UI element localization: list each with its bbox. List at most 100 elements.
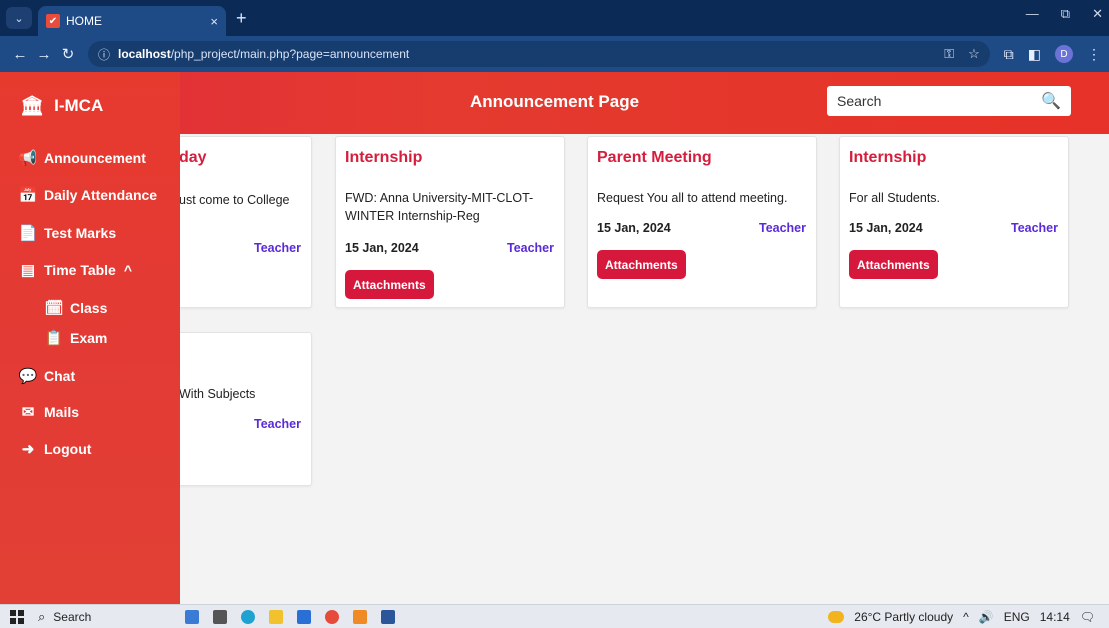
browser-tab[interactable]: ✔ HOME ×	[38, 6, 226, 36]
attachments-button[interactable]: Attachments	[597, 250, 686, 279]
calendar-check-icon: 📅	[18, 187, 38, 204]
password-key-icon[interactable]: ⚿	[944, 46, 954, 62]
search-box: 🔍	[827, 86, 1071, 116]
store-icon[interactable]	[297, 609, 312, 624]
sidebar-item-class[interactable]: 🗓 Class	[44, 299, 107, 317]
chevron-up-icon[interactable]: ^	[963, 610, 969, 624]
sidebar-item-daily-attendance[interactable]: 📅 Daily Attendance	[18, 186, 157, 204]
bookmark-star-icon[interactable]: ☆	[968, 46, 980, 62]
notification-icon[interactable]: 🗨	[1080, 610, 1095, 624]
minimize-button[interactable]: —	[1026, 6, 1039, 22]
search-input[interactable]	[837, 93, 1042, 109]
url-field[interactable]: ⓘ localhost/php_project/main.php?page=an…	[88, 41, 990, 67]
file-explorer-icon[interactable]	[269, 609, 284, 624]
sidebar-item-mails[interactable]: ✉ Mails	[18, 403, 79, 421]
tab-close-icon[interactable]: ×	[210, 14, 218, 29]
search-icon: ⌕	[38, 608, 46, 624]
side-panel-icon[interactable]: ◧	[1028, 46, 1041, 63]
lang-indicator[interactable]: ENG	[1004, 610, 1030, 624]
browser-tab-bar: ⌄ ✔ HOME × + — ⧉ ✕	[0, 0, 1109, 36]
widgets-icon[interactable]	[185, 609, 200, 624]
card-date: 15 Jan, 2024	[345, 241, 419, 255]
sidebar-item-exam[interactable]: 📋 Exam	[44, 329, 108, 347]
sidebar-item-label: Mails	[44, 404, 80, 420]
sidebar-item-announcement[interactable]: 📢 Announcement	[18, 149, 146, 167]
card-author: Teacher	[506, 241, 554, 255]
word-icon[interactable]	[381, 609, 396, 624]
university-icon: 🏛	[20, 96, 45, 117]
sidebar-item-label: Chat	[44, 368, 76, 384]
tab-search-button[interactable]: ⌄	[6, 7, 32, 29]
close-window-button[interactable]: ✕	[1092, 6, 1103, 22]
new-tab-button[interactable]: +	[236, 8, 247, 29]
card-title: day	[179, 149, 207, 166]
forward-button[interactable]: →	[32, 46, 56, 63]
card-title: Internship	[849, 149, 927, 166]
mail-bulk-icon: ✉	[21, 404, 35, 421]
sidebar-item-time-table[interactable]: ▤ Time Table ^	[18, 261, 132, 279]
brand-name: I-MCA	[54, 96, 104, 115]
card-author: Teacher	[758, 221, 806, 235]
list-icon: ▤	[20, 262, 36, 279]
card-date: 15 Jan, 2024	[849, 221, 923, 235]
sidebar: 🏛 I-MCA 📢 Announcement 📅 Daily Attendanc…	[0, 72, 180, 604]
tab-title: HOME	[66, 14, 102, 28]
card-description: Request You all to attend meeting.	[597, 191, 788, 205]
sidebar-item-label: Exam	[70, 330, 108, 346]
favicon-icon: ✔	[46, 14, 60, 28]
card-author: Teacher	[253, 241, 301, 255]
taskbar-search-label: Search	[53, 609, 92, 624]
clipboard-icon: 📋	[44, 330, 64, 347]
card-author: Teacher	[253, 417, 301, 431]
sign-out-icon: ➜	[21, 441, 35, 458]
calendar-day-icon: 🗓	[44, 300, 64, 317]
card-description: With Subjects	[179, 387, 256, 401]
chevron-up-icon: ^	[123, 262, 133, 278]
restore-button[interactable]: ⧉	[1061, 6, 1070, 22]
edge-icon[interactable]	[241, 609, 256, 624]
attachments-button[interactable]: Attachments	[849, 250, 938, 279]
brand[interactable]: 🏛 I-MCA	[20, 94, 103, 118]
sidebar-item-logout[interactable]: ➜ Logout	[18, 440, 92, 458]
taskbar-apps	[185, 609, 396, 624]
url-path: /php_project/main.php?page=announcement	[170, 47, 410, 61]
clock[interactable]: 14:14	[1040, 610, 1070, 624]
attachments-button[interactable]: Attachments	[345, 270, 434, 299]
announcement-card: Parent Meeting Request You all to attend…	[587, 136, 817, 308]
sidebar-item-label: Daily Attendance	[44, 187, 158, 203]
sidebar-item-test-marks[interactable]: 📄 Test Marks	[18, 224, 116, 242]
announcement-card: Internship FWD: Anna University-MIT-CLOT…	[335, 136, 565, 308]
sidebar-item-label: Class	[70, 300, 108, 316]
window-controls: — ⧉ ✕	[1026, 6, 1103, 22]
card-title: Internship	[345, 149, 423, 166]
sidebar-item-label: Logout	[44, 441, 92, 457]
extensions-icon[interactable]: ⧉	[1004, 46, 1014, 63]
sidebar-item-chat[interactable]: 💬 Chat	[18, 367, 75, 385]
sidebar-item-label: Test Marks	[44, 225, 117, 241]
search-icon[interactable]: 🔍	[1041, 91, 1061, 111]
card-title: Parent Meeting	[597, 149, 712, 166]
system-tray: 26°C Partly cloudy ^ 🔊 ENG 14:14 🗨	[828, 610, 1095, 624]
sidebar-item-label: Announcement	[44, 150, 146, 166]
chrome-icon[interactable]	[325, 609, 340, 624]
comments-icon: 💬	[18, 368, 38, 385]
profile-avatar[interactable]: D	[1055, 45, 1073, 63]
weather-icon	[828, 610, 845, 623]
sidebar-item-label: Time Table	[44, 262, 116, 278]
announcement-card: Internship For all Students. 15 Jan, 202…	[839, 136, 1069, 308]
browser-menu-icon[interactable]: ⋮	[1087, 46, 1101, 63]
xampp-icon[interactable]	[353, 609, 368, 624]
back-button[interactable]: ←	[8, 46, 32, 63]
card-description: For all Students.	[849, 191, 941, 205]
taskbar-search[interactable]: ⌕ Search	[38, 609, 91, 625]
task-view-icon[interactable]	[213, 609, 228, 624]
card-description: FWD: Anna University-MIT-CLOT-WINTER Int…	[345, 191, 534, 223]
windows-start-icon[interactable]	[10, 609, 24, 624]
weather-text[interactable]: 26°C Partly cloudy	[854, 610, 953, 624]
address-bar-row: ← → ↻ ⓘ localhost/php_project/main.php?p…	[0, 36, 1109, 72]
url-host: localhost	[118, 47, 171, 61]
site-info-icon[interactable]: ⓘ	[98, 46, 110, 63]
reload-button[interactable]: ↻	[56, 45, 80, 63]
card-date: 15 Jan, 2024	[597, 221, 671, 235]
volume-icon[interactable]: 🔊	[979, 610, 994, 624]
